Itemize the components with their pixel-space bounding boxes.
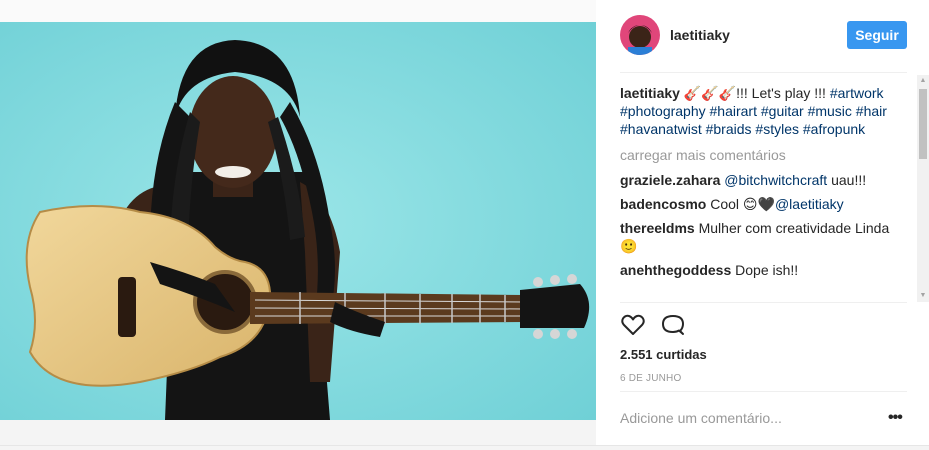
post-details-panel: laetitiaky Seguir laetitiaky 🎸🎸🎸!!! Let'… — [596, 0, 929, 446]
post-photo — [0, 22, 596, 420]
post-header: laetitiaky Seguir — [596, 0, 929, 72]
comment-username[interactable]: thereeldms — [620, 220, 695, 236]
username[interactable]: laetitiaky — [670, 27, 730, 43]
scrollbar-thumb[interactable] — [919, 89, 927, 159]
comment-username[interactable]: anehthegoddess — [620, 262, 731, 278]
scroll-down-arrow-icon[interactable]: ▼ — [917, 290, 929, 302]
comment-mention[interactable]: @bitchwitchcraft — [724, 172, 827, 188]
caption-text: 🎸🎸🎸!!! Let's play !!! — [683, 85, 826, 101]
comment-text: Dope ish!! — [731, 262, 799, 278]
comment-icon[interactable] — [660, 312, 686, 338]
heart-icon[interactable] — [620, 312, 646, 338]
comment-text: uau!!! — [827, 172, 867, 188]
actions-divider — [620, 302, 907, 303]
post-caption: laetitiaky 🎸🎸🎸!!! Let's play !!! #artwor… — [620, 84, 910, 138]
comment-item: anehthegoddess Dope ish!! — [620, 261, 910, 279]
post-date: 6 DE JUNHO — [620, 373, 682, 384]
top-strip — [0, 0, 596, 22]
comment-mention[interactable]: @laetitiaky — [775, 196, 844, 212]
comments-scrollbar[interactable]: ▲ ▼ — [917, 75, 929, 302]
header-divider — [620, 72, 907, 73]
caption-username[interactable]: laetitiaky — [620, 85, 680, 101]
follow-button[interactable]: Seguir — [847, 21, 907, 49]
comment-username[interactable]: badencosmo — [620, 196, 706, 212]
page-bottom-divider — [0, 445, 929, 446]
instagram-post-page: laetitiaky Seguir laetitiaky 🎸🎸🎸!!! Let'… — [0, 0, 929, 450]
load-more-comments[interactable]: carregar mais comentários — [620, 146, 910, 164]
avatar[interactable] — [620, 15, 660, 55]
comments-list: laetitiaky 🎸🎸🎸!!! Let's play !!! #artwor… — [620, 84, 910, 302]
comment-username[interactable]: graziele.zahara — [620, 172, 720, 188]
comment-item: badencosmo Cool 😊🖤@laetitiaky — [620, 195, 910, 213]
add-comment-input[interactable]: Adicione um comentário... — [620, 410, 782, 426]
more-options-icon[interactable]: ••• — [888, 410, 903, 426]
scroll-up-arrow-icon[interactable]: ▲ — [917, 75, 929, 87]
comment-input-divider — [620, 391, 907, 392]
comment-item: thereeldms Mulher com creatividade Linda… — [620, 219, 910, 255]
likes-count[interactable]: 2.551 curtidas — [620, 347, 707, 362]
comment-text: Cool 😊🖤 — [706, 196, 775, 212]
comment-item: graziele.zahara @bitchwitchcraft uau!!! — [620, 171, 910, 189]
